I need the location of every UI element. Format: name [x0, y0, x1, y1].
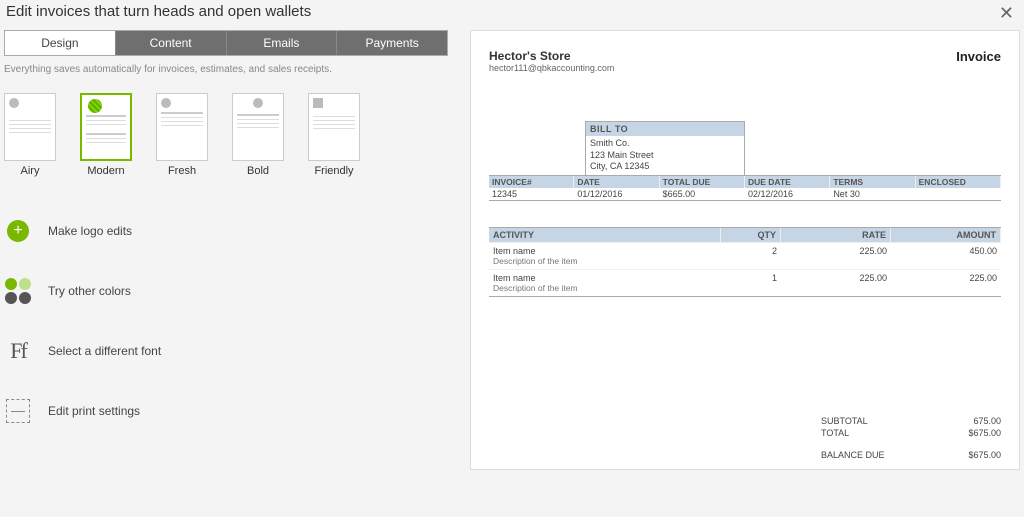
- option-label: Try other colors: [48, 284, 131, 298]
- bill-to-body: Smith Co. 123 Main Street City, CA 12345: [586, 136, 744, 175]
- line-item-qty: 2: [721, 245, 781, 267]
- template-thumb: [232, 93, 284, 161]
- color-swatches-icon: [4, 277, 32, 305]
- tab-payments[interactable]: Payments: [337, 31, 447, 55]
- template-fresh[interactable]: Fresh: [156, 93, 208, 177]
- line-item-row: Item nameDescription of the item 1 225.0…: [489, 269, 1001, 296]
- line-item-row: Item nameDescription of the item 2 225.0…: [489, 242, 1001, 269]
- bill-to-header: BILL TO: [586, 122, 744, 136]
- line-item-qty: 1: [721, 272, 781, 294]
- template-label: Fresh: [168, 165, 196, 177]
- total-label: TOTAL: [821, 428, 849, 438]
- subtotal-label: SUBTOTAL: [821, 416, 868, 426]
- tab-emails[interactable]: Emails: [227, 31, 338, 55]
- template-label: Airy: [21, 165, 40, 177]
- document-type: Invoice: [956, 49, 1001, 73]
- tab-content[interactable]: Content: [116, 31, 227, 55]
- line-item-name: Item name: [493, 246, 717, 256]
- info-value: $665.00: [660, 188, 745, 200]
- col-activity: ACTIVITY: [489, 228, 721, 242]
- option-font[interactable]: Ff Select a different font: [4, 337, 448, 365]
- option-logo-edit[interactable]: + Make logo edits: [4, 217, 448, 245]
- font-icon: Ff: [4, 337, 32, 365]
- info-header: ENCLOSED: [916, 176, 1001, 188]
- template-thumb: [308, 93, 360, 161]
- page-title: Edit invoices that turn heads and open w…: [6, 3, 311, 20]
- bill-to-name: Smith Co.: [590, 138, 740, 150]
- line-item-name: Item name: [493, 273, 717, 283]
- template-thumb: [80, 93, 132, 161]
- option-label: Make logo edits: [48, 224, 132, 238]
- plus-circle-icon: +: [4, 217, 32, 245]
- bill-to-street: 123 Main Street: [590, 150, 740, 162]
- option-label: Select a different font: [48, 344, 161, 358]
- info-header: TOTAL DUE: [660, 176, 745, 188]
- info-bar: INVOICE#12345 DATE01/12/2016 TOTAL DUE$6…: [489, 175, 1001, 201]
- store-email: hector111@qbkaccounting.com: [489, 63, 614, 73]
- main-layout: Design Content Emails Payments Everythin…: [0, 30, 1024, 470]
- template-label: Bold: [247, 165, 269, 177]
- option-colors[interactable]: Try other colors: [4, 277, 448, 305]
- info-header: DATE: [574, 176, 659, 188]
- tab-bar: Design Content Emails Payments: [4, 30, 448, 56]
- tab-design[interactable]: Design: [5, 31, 116, 55]
- close-icon[interactable]: ✕: [999, 3, 1014, 24]
- line-item-desc: Description of the item: [493, 256, 717, 266]
- line-items-table: ACTIVITY QTY RATE AMOUNT Item nameDescri…: [489, 227, 1001, 297]
- line-item-amount: 450.00: [891, 245, 1001, 267]
- info-value: 02/12/2016: [745, 188, 830, 200]
- template-modern[interactable]: Modern: [80, 93, 132, 177]
- template-thumb: [156, 93, 208, 161]
- col-qty: QTY: [721, 228, 781, 242]
- option-print-settings[interactable]: Edit print settings: [4, 397, 448, 425]
- info-value: 01/12/2016: [574, 188, 659, 200]
- bill-to-box: BILL TO Smith Co. 123 Main Street City, …: [585, 121, 745, 176]
- totals-block: SUBTOTAL 675.00 TOTAL $675.00 BALANCE DUE $…: [821, 415, 1001, 461]
- template-airy[interactable]: Airy: [4, 93, 56, 177]
- total-value: $675.00: [968, 428, 1001, 438]
- line-item-desc: Description of the item: [493, 283, 717, 293]
- print-margins-icon: [4, 397, 32, 425]
- autosave-note: Everything saves automatically for invoi…: [4, 56, 448, 93]
- store-name: Hector's Store: [489, 49, 614, 63]
- col-amount: AMOUNT: [891, 228, 1001, 242]
- left-panel: Design Content Emails Payments Everythin…: [4, 30, 448, 470]
- page-header: Edit invoices that turn heads and open w…: [0, 0, 1024, 30]
- line-item-rate: 225.00: [781, 272, 891, 294]
- col-rate: RATE: [781, 228, 891, 242]
- info-value: 12345: [489, 188, 574, 200]
- subtotal-value: 675.00: [973, 416, 1001, 426]
- design-options: + Make logo edits Try other colors Ff Se…: [4, 217, 448, 425]
- template-bold[interactable]: Bold: [232, 93, 284, 177]
- info-header: DUE DATE: [745, 176, 830, 188]
- template-label: Friendly: [314, 165, 353, 177]
- preview-header: Hector's Store hector111@qbkaccounting.c…: [489, 49, 1001, 73]
- invoice-preview: Hector's Store hector111@qbkaccounting.c…: [470, 30, 1020, 470]
- info-value: Net 30: [830, 188, 915, 200]
- balance-value: $675.00: [968, 450, 1001, 460]
- balance-label: BALANCE DUE: [821, 450, 885, 460]
- bill-to-city: City, CA 12345: [590, 161, 740, 173]
- template-thumb: [4, 93, 56, 161]
- template-list: Airy Modern Fresh: [4, 93, 448, 177]
- option-label: Edit print settings: [48, 404, 140, 418]
- template-friendly[interactable]: Friendly: [308, 93, 360, 177]
- line-item-amount: 225.00: [891, 272, 1001, 294]
- info-value: [916, 188, 1001, 190]
- template-label: Modern: [87, 165, 124, 177]
- line-item-rate: 225.00: [781, 245, 891, 267]
- info-header: TERMS: [830, 176, 915, 188]
- info-header: INVOICE#: [489, 176, 574, 188]
